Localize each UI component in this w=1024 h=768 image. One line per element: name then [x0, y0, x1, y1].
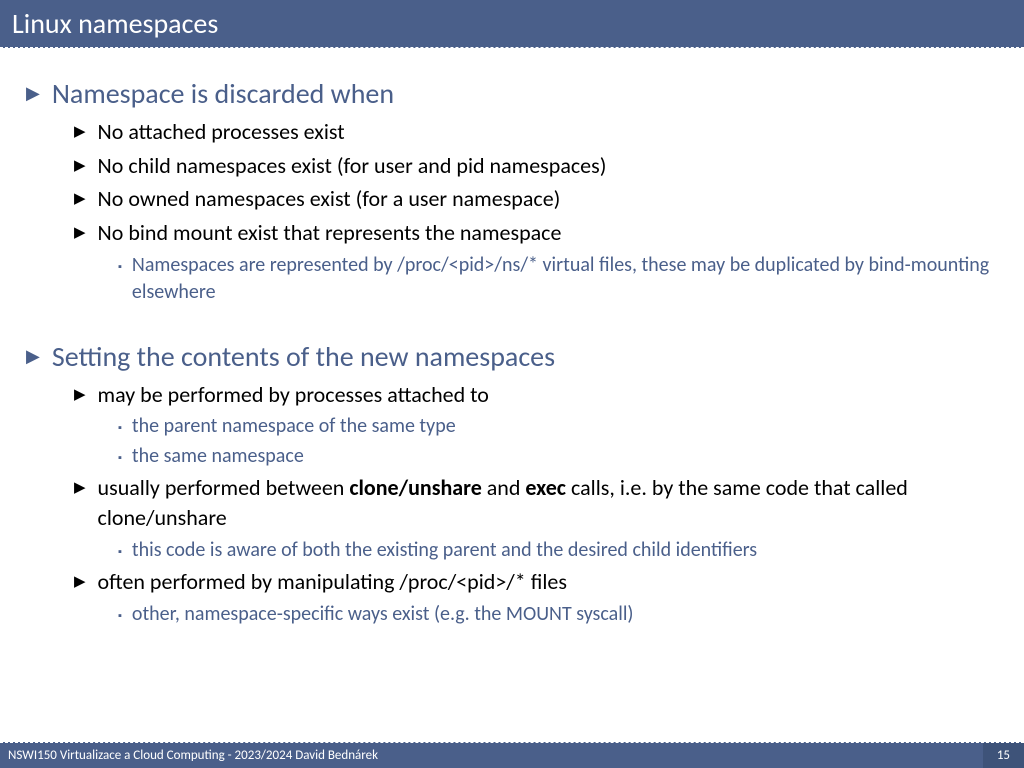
text-fragment: and	[482, 474, 526, 501]
item-text: may be performed by processes attached t…	[98, 380, 489, 410]
slide-footer: NSWI150 Virtualizace a Cloud Computing -…	[0, 742, 1024, 768]
square-icon: ▪	[118, 609, 122, 622]
subitem-text: the parent namespace of the same type	[132, 413, 456, 440]
subitem-text: other, namespace-specific ways exist (e.…	[132, 601, 634, 628]
slide-title: Linux namespaces	[0, 0, 1024, 48]
item-text: usually performed between clone/unshare …	[98, 473, 1004, 532]
heading-text: Namespace is discarded when	[52, 76, 394, 111]
section-heading: ▶ Setting the contents of the new namesp…	[26, 339, 1004, 374]
square-icon: ▪	[118, 421, 122, 434]
footer-text: NSWI150 Virtualizace a Cloud Computing -…	[0, 748, 378, 763]
subitem-text: the same namespace	[132, 443, 304, 470]
triangle-icon: ▶	[74, 122, 86, 141]
triangle-icon: ▶	[74, 189, 86, 208]
list-item: ▶ No child namespaces exist (for user an…	[74, 151, 1004, 181]
heading-text: Setting the contents of the new namespac…	[52, 339, 555, 374]
item-text: No bind mount exist that represents the …	[98, 218, 562, 248]
subitem-text: Namespaces are represented by /proc/<pid…	[132, 252, 1004, 306]
list-item: ▶ No bind mount exist that represents th…	[74, 218, 1004, 248]
list-item: ▶ No attached processes exist	[74, 117, 1004, 147]
section-heading: ▶ Namespace is discarded when	[26, 76, 1004, 111]
list-item: ▶ No owned namespaces exist (for a user …	[74, 184, 1004, 214]
triangle-icon: ▶	[74, 572, 86, 591]
triangle-icon: ▶	[26, 82, 40, 104]
list-item: ▶ may be performed by processes attached…	[74, 380, 1004, 410]
triangle-icon: ▶	[74, 478, 86, 497]
item-text: No child namespaces exist (for user and …	[98, 151, 607, 181]
triangle-icon: ▶	[74, 385, 86, 404]
subitem-text: this code is aware of both the existing …	[132, 537, 757, 564]
item-text: No owned namespaces exist (for a user na…	[98, 184, 561, 214]
list-item: ▶ often performed by manipulating /proc/…	[74, 567, 1004, 597]
sub-list-item: ▪ other, namespace-specific ways exist (…	[118, 601, 1004, 628]
sub-list-item: ▪ Namespaces are represented by /proc/<p…	[118, 252, 1004, 306]
bold-text: clone/unshare	[349, 474, 481, 501]
square-icon: ▪	[118, 260, 122, 273]
sub-list-item: ▪ the same namespace	[118, 443, 1004, 470]
sub-list-item: ▪ the parent namespace of the same type	[118, 413, 1004, 440]
triangle-icon: ▶	[74, 156, 86, 175]
item-text: No attached processes exist	[98, 117, 345, 147]
slide-content: ▶ Namespace is discarded when ▶ No attac…	[0, 48, 1024, 742]
square-icon: ▪	[118, 451, 122, 464]
slide: Linux namespaces ▶ Namespace is discarde…	[0, 0, 1024, 768]
bold-text: exec	[525, 474, 566, 501]
list-item: ▶ usually performed between clone/unshar…	[74, 473, 1004, 532]
triangle-icon: ▶	[26, 345, 40, 367]
text-fragment: usually performed between	[98, 474, 350, 501]
triangle-icon: ▶	[74, 223, 86, 242]
sub-list-item: ▪ this code is aware of both the existin…	[118, 537, 1004, 564]
page-number: 15	[983, 743, 1024, 768]
item-text: often performed by manipulating /proc/<p…	[98, 567, 567, 597]
square-icon: ▪	[118, 545, 122, 558]
